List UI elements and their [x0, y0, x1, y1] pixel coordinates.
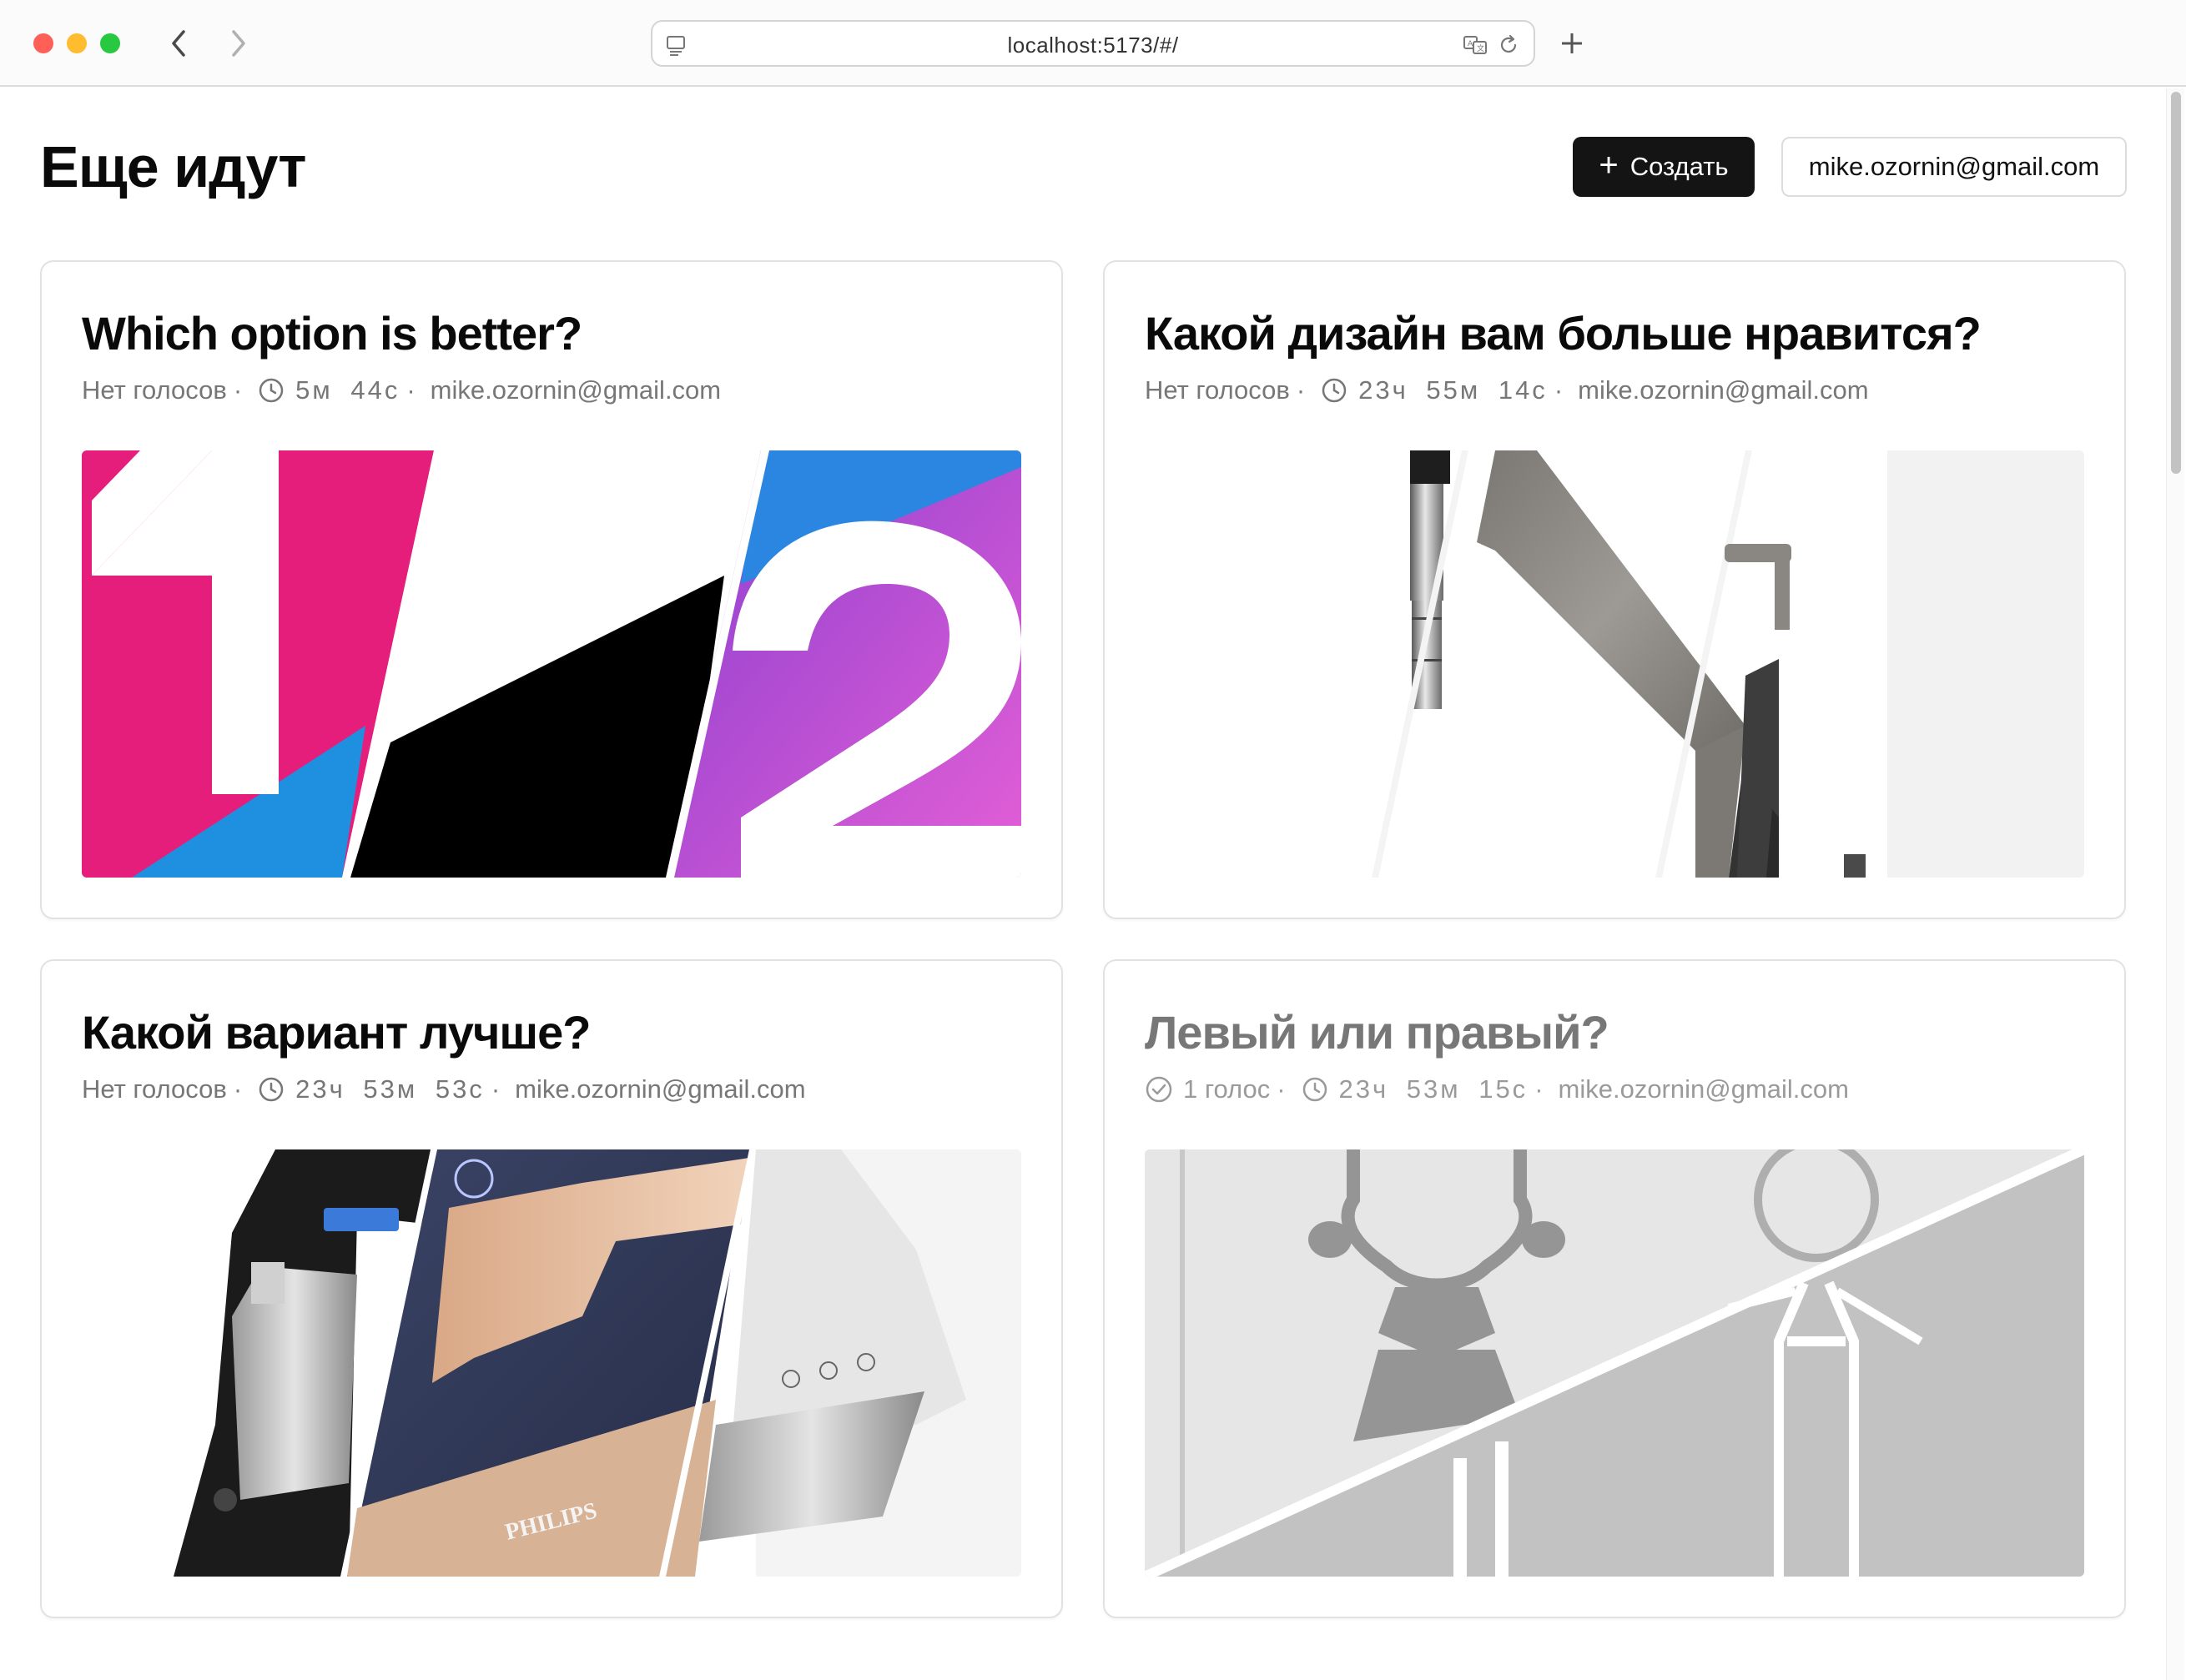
- poll-image-faucets: [1145, 450, 2084, 878]
- poll-author: mike.ozornin@gmail.com: [515, 1074, 806, 1104]
- create-button-label: Создать: [1629, 152, 1729, 181]
- poll-card[interactable]: Левый или правый? 1 голос · 23ч 53м 15с …: [1103, 959, 2126, 1618]
- vote-count: Нет голосов: [82, 375, 227, 405]
- minimize-window-button[interactable]: [67, 33, 87, 53]
- back-arrow-icon[interactable]: [160, 23, 197, 63]
- time-left: 23ч 53м 15с: [1338, 1074, 1529, 1104]
- separator: ·: [1554, 375, 1564, 405]
- poll-card[interactable]: Which option is better? Нет голосов · 5м…: [40, 260, 1063, 919]
- separator: ·: [233, 375, 243, 405]
- svg-text:文: 文: [1477, 43, 1484, 53]
- browser-toolbar: localhost:5173/#/ A文: [0, 0, 2186, 87]
- close-window-button[interactable]: [33, 33, 53, 53]
- poll-meta: 1 голос · 23ч 53м 15с · mike.ozornin@gma…: [1145, 1073, 1849, 1106]
- address-bar[interactable]: localhost:5173/#/ A文: [651, 20, 1535, 67]
- separator: ·: [233, 1074, 243, 1104]
- time-left: 23ч 53м 53с: [295, 1074, 485, 1104]
- poll-title: Левый или правый?: [1145, 1006, 1609, 1059]
- poll-meta: Нет голосов · 5м 44с · mike.ozornin@gmai…: [82, 374, 721, 407]
- vote-count: Нет голосов: [1145, 375, 1290, 405]
- clock-icon: [259, 1077, 284, 1102]
- url-text: localhost:5173/#/: [1007, 33, 1179, 58]
- separator: ·: [1534, 1074, 1544, 1104]
- user-account-button[interactable]: mike.ozornin@gmail.com: [1781, 137, 2127, 197]
- translate-icon[interactable]: A文: [1462, 32, 1488, 58]
- separator: ·: [1277, 1074, 1286, 1104]
- time-left: 5м 44с: [295, 375, 400, 405]
- poll-meta: Нет голосов · 23ч 55м 14с · mike.ozornin…: [1145, 374, 1869, 407]
- reload-icon[interactable]: [1495, 32, 1522, 58]
- poll-author: mike.ozornin@gmail.com: [1578, 375, 1869, 405]
- clock-icon: [1302, 1077, 1327, 1102]
- clock-icon: [259, 378, 284, 403]
- page-scrollbar-thumb[interactable]: [2171, 92, 2181, 474]
- poll-title: Какой вариант лучше?: [82, 1006, 591, 1059]
- create-poll-button[interactable]: + Создать: [1573, 137, 1755, 197]
- poll-image-option-graphic: [82, 450, 1021, 878]
- poll-card[interactable]: Какой вариант лучше? Нет голосов · 23ч 5…: [40, 959, 1063, 1618]
- poll-image-irons: PHILIPS: [82, 1149, 1021, 1577]
- separator: ·: [1296, 375, 1306, 405]
- new-tab-plus-icon[interactable]: [1555, 23, 1589, 63]
- plus-icon: +: [1599, 147, 1619, 184]
- poll-title: Which option is better?: [82, 307, 582, 360]
- vote-count: 1 голос: [1183, 1074, 1271, 1104]
- separator: ·: [406, 375, 416, 405]
- separator: ·: [491, 1074, 501, 1104]
- poll-card[interactable]: Какой дизайн вам больше нравится? Нет го…: [1103, 260, 2126, 919]
- poll-author: mike.ozornin@gmail.com: [1558, 1074, 1849, 1104]
- page-title: Еще идут: [40, 134, 307, 199]
- check-circle-icon: [1146, 1076, 1172, 1103]
- zoom-window-button[interactable]: [100, 33, 120, 53]
- poll-image-restroom-signs: [1145, 1149, 2084, 1577]
- poll-title: Какой дизайн вам больше нравится?: [1145, 307, 1982, 360]
- time-left: 23ч 55м 14с: [1358, 375, 1548, 405]
- poll-meta: Нет голосов · 23ч 53м 53с · mike.ozornin…: [82, 1073, 806, 1106]
- forward-arrow-icon[interactable]: [220, 23, 257, 63]
- svg-text:A: A: [1468, 40, 1473, 48]
- clock-icon: [1322, 378, 1347, 403]
- poll-author: mike.ozornin@gmail.com: [430, 375, 722, 405]
- vote-count: Нет голосов: [82, 1074, 227, 1104]
